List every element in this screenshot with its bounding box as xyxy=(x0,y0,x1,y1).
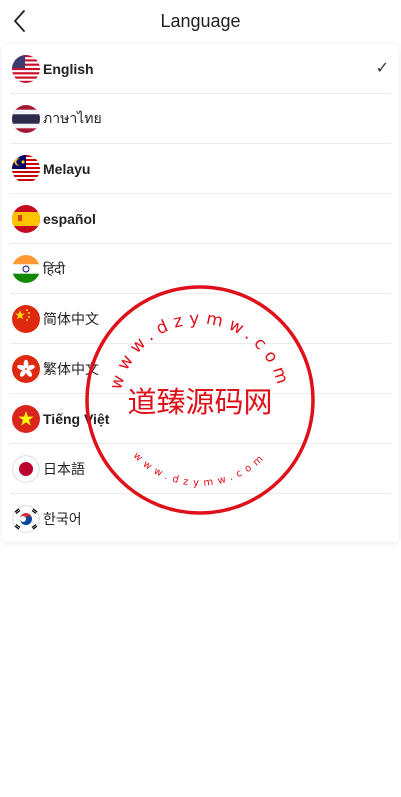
language-item-english[interactable]: English ✓ xyxy=(2,44,399,94)
language-item-thai[interactable]: ภาษาไทย xyxy=(2,94,399,144)
us-flag-icon xyxy=(12,55,40,83)
language-item-korean[interactable]: 한국어 xyxy=(2,494,399,542)
language-item-spanish[interactable]: español xyxy=(2,194,399,244)
spain-flag-icon xyxy=(12,205,40,233)
top-bar: Language xyxy=(0,0,401,44)
language-label: Melayu xyxy=(43,161,91,177)
language-label: ภาษาไทย xyxy=(43,110,102,126)
thailand-flag-icon xyxy=(12,105,40,133)
language-item-traditional-chinese[interactable]: 繁体中文 xyxy=(2,344,399,394)
language-item-malay[interactable]: Melayu xyxy=(2,144,399,194)
language-label: 한국어 xyxy=(43,511,82,527)
language-item-japanese[interactable]: 日本語 xyxy=(2,444,399,494)
korea-flag-icon xyxy=(12,505,40,533)
india-flag-icon xyxy=(12,255,40,283)
malaysia-flag-icon xyxy=(12,155,40,183)
language-label: English xyxy=(43,61,94,77)
hongkong-flag-icon xyxy=(12,355,40,383)
language-item-hindi[interactable]: हिंदी xyxy=(2,244,399,294)
vietnam-flag-icon xyxy=(12,405,40,433)
language-label: 繁体中文 xyxy=(43,361,99,377)
page-title: Language xyxy=(160,11,241,31)
language-label: 简体中文 xyxy=(43,311,99,327)
language-label: 日本語 xyxy=(43,461,85,477)
language-item-vietnamese[interactable]: Tiếng Việt xyxy=(2,394,399,444)
language-label: Tiếng Việt xyxy=(43,411,110,427)
checkmark-icon: ✓ xyxy=(375,60,389,77)
japan-flag-icon xyxy=(12,455,40,483)
language-item-simplified-chinese[interactable]: 简体中文 xyxy=(2,294,399,344)
language-label: español xyxy=(43,211,96,227)
language-list: English ✓ ภาษาไทย Melayu español हिंदी 简… xyxy=(2,44,399,542)
language-label: हिंदी xyxy=(43,260,66,277)
china-flag-icon xyxy=(12,305,40,333)
